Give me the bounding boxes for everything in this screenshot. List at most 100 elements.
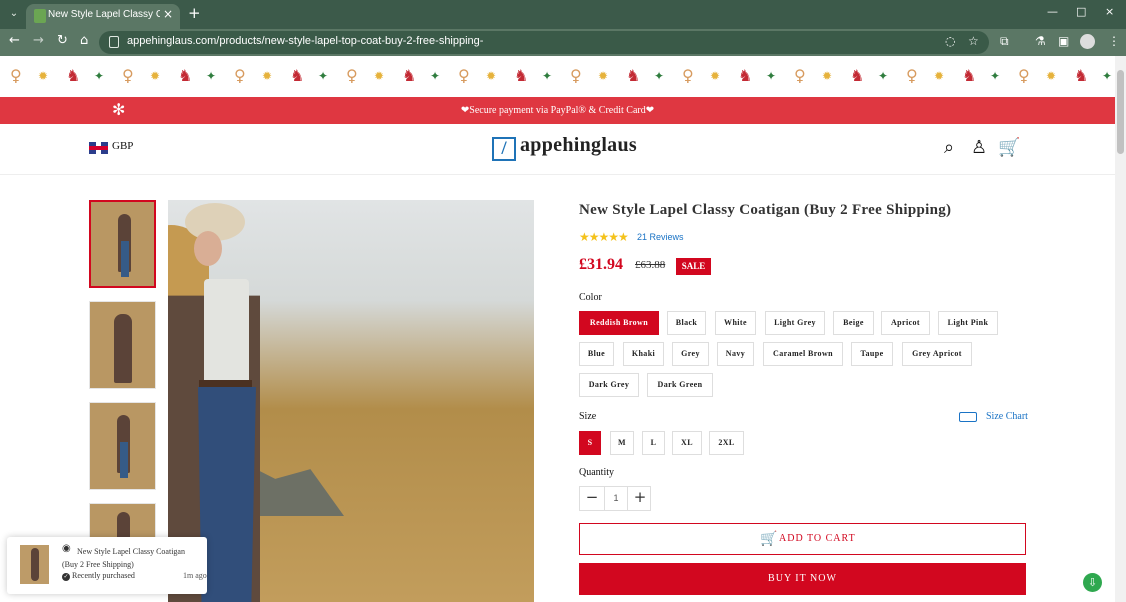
gingerbread-icon: ♀ <box>906 66 918 85</box>
holly-icon: ✦ <box>654 69 665 83</box>
bookmark-star-icon[interactable]: ☆ <box>968 34 979 48</box>
popup-product-thumbnail[interactable] <box>20 545 49 584</box>
size-chart-link[interactable]: Size Chart <box>986 411 1028 422</box>
color-option[interactable]: Apricot <box>881 311 930 335</box>
store-logo[interactable]: appehinglaus <box>520 134 637 157</box>
recent-purchase-popup[interactable]: ◉ New Style Lapel Classy Coatigan (Buy 2… <box>7 537 207 594</box>
gingerbread-icon: ♀ <box>794 66 806 85</box>
color-option[interactable]: Blue <box>579 342 614 366</box>
home-icon[interactable]: ⌂ <box>80 33 88 48</box>
rating-stars-icon: ★★★★★ <box>579 230 629 244</box>
star-ornament-icon: ✹ <box>1046 69 1057 83</box>
uk-flag-icon[interactable] <box>89 142 108 154</box>
profile-icon[interactable] <box>1080 34 1095 49</box>
snowflake-icon: ✻ <box>112 100 126 119</box>
currency-selector[interactable]: GBP <box>112 140 133 152</box>
back-arrow-icon[interactable]: ← <box>9 33 20 48</box>
tab-title: New Style Lapel Classy Coatigan <box>48 9 160 20</box>
color-option[interactable]: Light Grey <box>765 311 825 335</box>
product-title: New Style Lapel Classy Coatigan (Buy 2 F… <box>579 202 952 218</box>
color-option[interactable]: Taupe <box>851 342 893 366</box>
product-thumbnail-3[interactable] <box>89 402 156 490</box>
color-label: Color <box>579 292 602 303</box>
chat-widget-icon[interactable]: ⇩ <box>1083 573 1102 592</box>
color-option[interactable]: White <box>715 311 756 335</box>
reviews-link[interactable]: 21 Reviews <box>637 232 684 242</box>
star-ornament-icon: ✹ <box>150 69 161 83</box>
product-thumbnail-2[interactable] <box>89 301 156 389</box>
add-to-cart-button[interactable]: 🛒 ADD TO CART <box>579 523 1026 555</box>
minimize-window-icon[interactable]: — <box>1047 5 1058 18</box>
decrease-quantity-button[interactable]: − <box>580 487 604 510</box>
gingerbread-icon: ♀ <box>682 66 694 85</box>
address-bar[interactable]: appehinglaus.com/products/new-style-lape… <box>99 31 989 54</box>
gingerbread-icon: ♀ <box>1018 66 1030 85</box>
site-info-icon[interactable] <box>109 36 119 48</box>
store-logo-icon[interactable]: / <box>492 137 516 161</box>
size-option[interactable]: L <box>642 431 665 455</box>
holly-icon: ✦ <box>878 69 889 83</box>
search-icon[interactable]: ⌕ <box>944 137 954 158</box>
popup-product-title[interactable]: New Style Lapel Classy Coatigan (Buy 2 F… <box>62 545 199 571</box>
kebab-menu-icon[interactable]: ⋮ <box>1108 34 1120 48</box>
eye-off-icon[interactable]: ◌ <box>945 34 955 48</box>
secure-payment-banner: ❤Secure payment via PayPal® & Credit Car… <box>0 97 1115 124</box>
forward-arrow-icon[interactable]: → <box>33 33 44 48</box>
close-tab-icon[interactable]: × <box>163 7 173 21</box>
main-product-image[interactable] <box>168 200 534 602</box>
check-circle-icon: ✓ <box>62 573 70 581</box>
stocking-icon: ♞ <box>1074 66 1089 85</box>
cart-icon: 🛒 <box>760 531 779 547</box>
scrollbar-thumb[interactable] <box>1117 70 1124 154</box>
color-option[interactable]: Light Pink <box>938 311 998 335</box>
size-option[interactable]: XL <box>672 431 702 455</box>
color-option[interactable]: Grey Apricot <box>902 342 972 366</box>
gingerbread-icon: ♀ <box>234 66 246 85</box>
product-thumbnail-4[interactable] <box>89 503 156 540</box>
stocking-icon: ♞ <box>178 66 193 85</box>
increase-quantity-button[interactable]: + <box>628 487 652 510</box>
ruler-icon[interactable] <box>959 412 977 422</box>
page-scrollbar[interactable] <box>1115 56 1126 602</box>
cart-icon[interactable]: 🛒 <box>998 137 1020 158</box>
store-header: GBP / appehinglaus ⌕ ♙ 🛒 <box>0 124 1115 175</box>
holly-icon: ✦ <box>766 69 777 83</box>
restore-window-icon[interactable]: □ <box>1076 5 1086 18</box>
new-tab-icon[interactable]: + <box>188 4 201 22</box>
flask-icon[interactable]: ⚗ <box>1035 34 1046 48</box>
color-option[interactable]: Caramel Brown <box>763 342 843 366</box>
quantity-label: Quantity <box>579 467 614 478</box>
add-to-cart-label: ADD TO CART <box>779 533 856 544</box>
popup-status: Recently purchased <box>72 571 135 580</box>
size-option[interactable]: 2XL <box>709 431 744 455</box>
color-option[interactable]: Khaki <box>623 342 664 366</box>
quantity-input[interactable]: 1 <box>604 487 628 510</box>
account-icon[interactable]: ♙ <box>971 137 987 158</box>
stocking-icon: ♞ <box>514 66 529 85</box>
color-option[interactable]: Black <box>667 311 706 335</box>
sale-price: £31.94 <box>579 256 623 273</box>
color-option[interactable]: Reddish Brown <box>579 311 659 335</box>
reload-icon[interactable]: ↻ <box>57 33 68 48</box>
stocking-icon: ♞ <box>402 66 417 85</box>
product-thumbnail-1[interactable] <box>89 200 156 288</box>
size-option[interactable]: S <box>579 431 601 455</box>
star-ornament-icon: ✹ <box>710 69 721 83</box>
buy-it-now-button[interactable]: BUY IT NOW <box>579 563 1026 595</box>
color-option[interactable]: Dark Green <box>647 373 713 397</box>
star-ornament-icon: ✹ <box>822 69 833 83</box>
tab-search-icon[interactable]: ⌄ <box>6 6 22 22</box>
star-ornament-icon: ✹ <box>486 69 497 83</box>
color-option[interactable]: Grey <box>672 342 709 366</box>
active-browser-tab[interactable]: New Style Lapel Classy Coatigan × <box>26 4 180 29</box>
quantity-stepper[interactable]: − 1 + <box>579 486 651 511</box>
color-option[interactable]: Navy <box>717 342 754 366</box>
browser-tab-strip: ⌄ New Style Lapel Classy Coatigan × + — … <box>0 0 1126 29</box>
url-text[interactable]: appehinglaus.com/products/new-style-lape… <box>127 35 483 47</box>
side-panel-icon[interactable]: ▣ <box>1058 34 1069 48</box>
color-option[interactable]: Beige <box>833 311 874 335</box>
color-option[interactable]: Dark Grey <box>579 373 639 397</box>
close-window-icon[interactable]: × <box>1105 5 1114 18</box>
size-option[interactable]: M <box>610 431 634 455</box>
puzzle-icon[interactable]: ⧉ <box>1000 34 1009 49</box>
